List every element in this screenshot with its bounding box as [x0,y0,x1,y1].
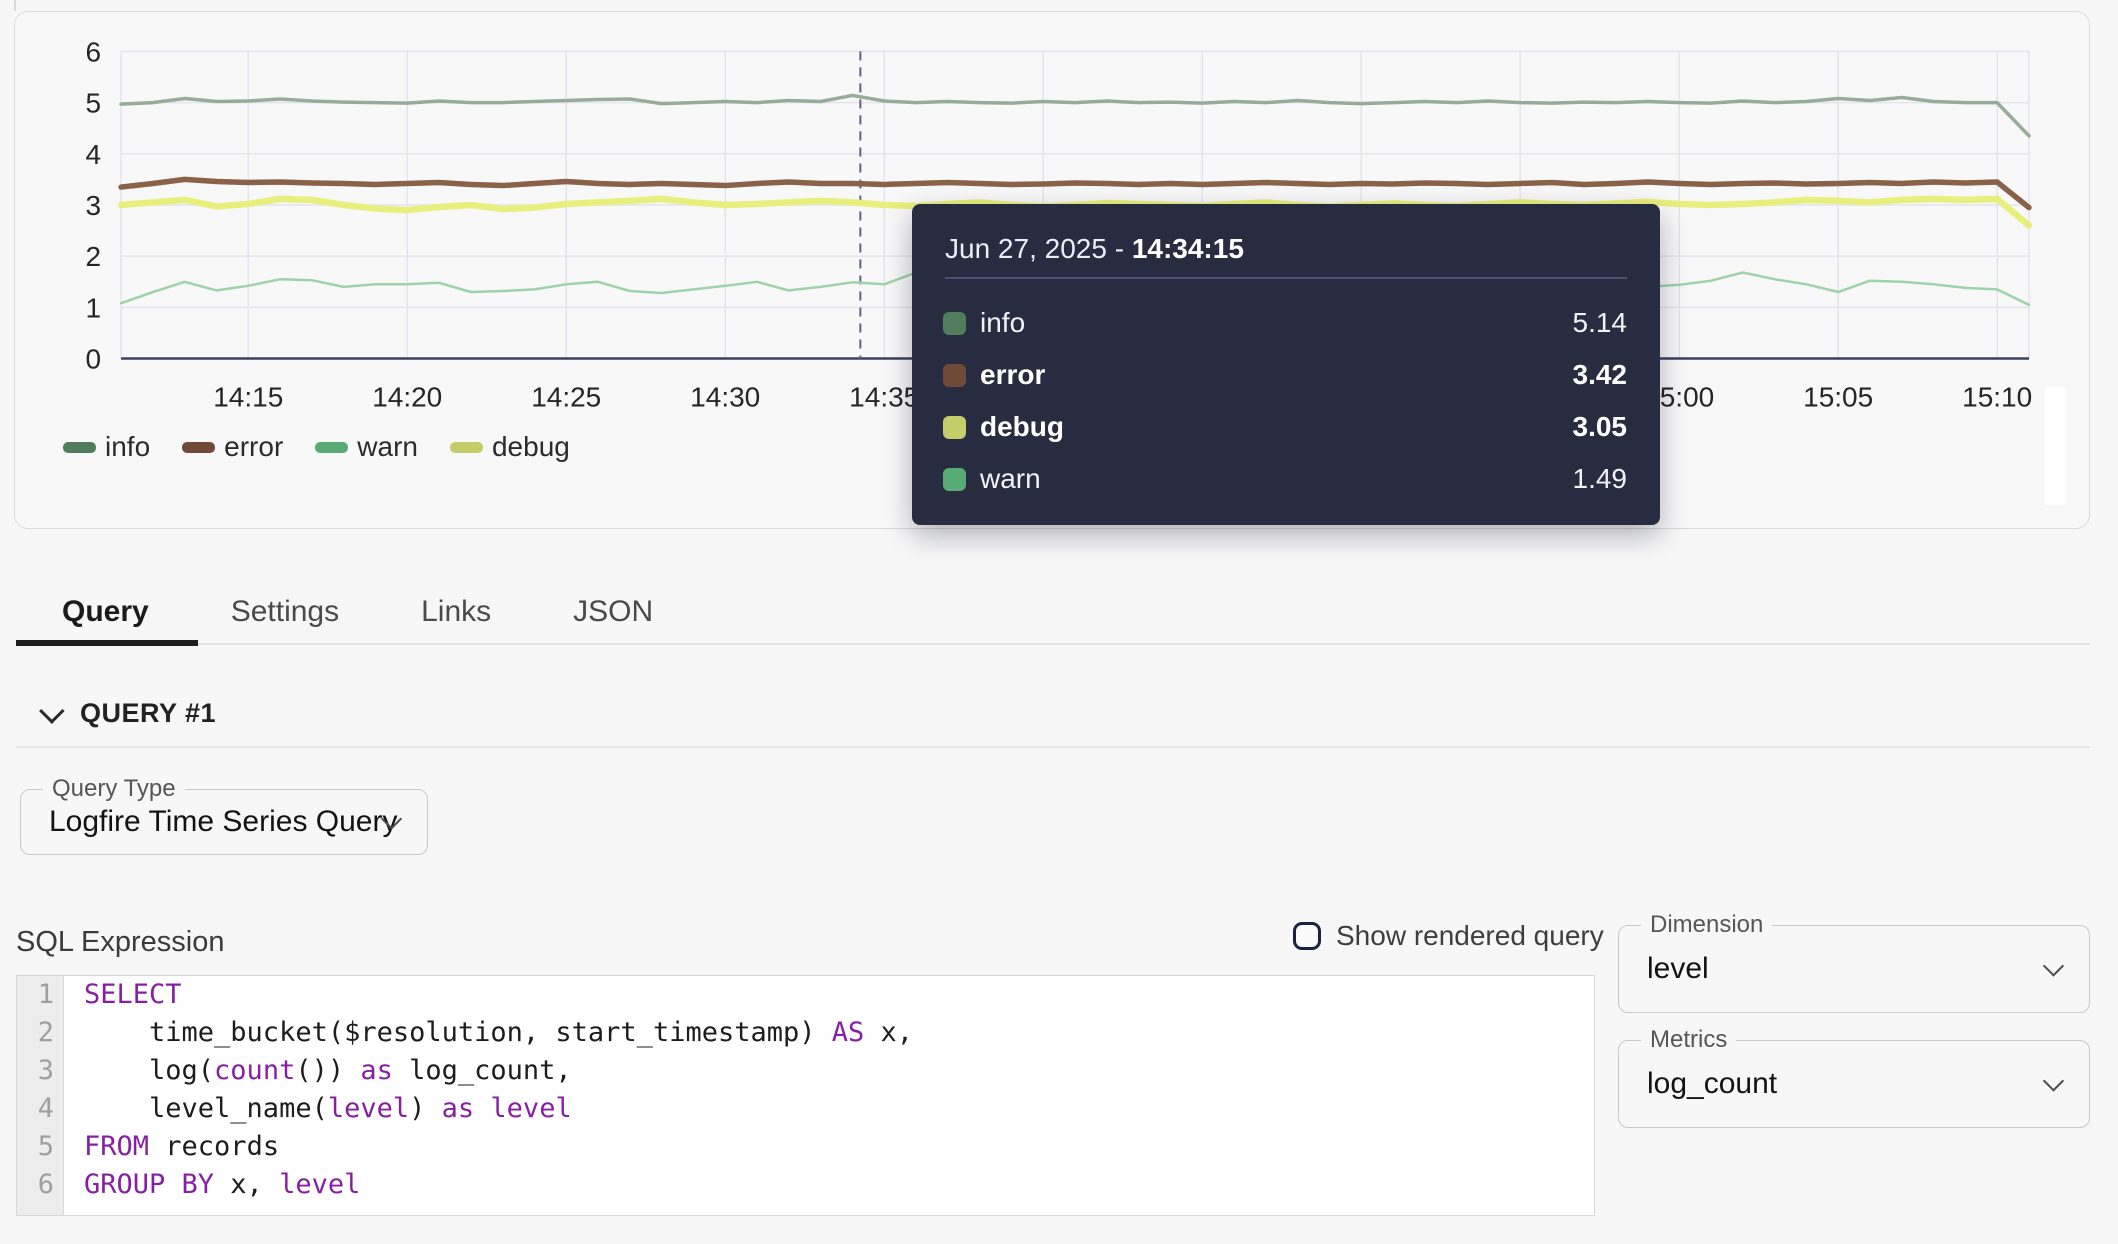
code-line: 1SELECT [17,976,1594,1014]
tooltip-row-debug: debug 3.05 [943,401,1627,453]
x-axis-tick-label: 15:10 [1962,382,2032,413]
code-line: 5FROM records [17,1128,1594,1166]
legend-item-warn[interactable]: warn [315,431,418,463]
query-type-value: Logfire Time Series Query [49,805,397,839]
tooltip-series-label: debug [980,411,1064,443]
checkbox-icon[interactable] [1293,922,1321,950]
line-number: 1 [17,976,63,1014]
code-text: level_name(level) as level [63,1090,572,1128]
tooltip-swatch-debug [943,416,966,439]
tooltip-series-label: warn [980,463,1041,495]
tab-settings[interactable]: Settings [231,594,339,630]
code-text: log(count()) as log_count, [63,1052,572,1090]
y-axis-tick-label: 1 [85,292,101,323]
code-line: 6GROUP BY x, level [17,1166,1594,1204]
legend-label: warn [357,431,418,463]
tooltip-swatch-warn [943,468,966,491]
query-section-title: QUERY #1 [80,698,216,729]
metrics-select[interactable]: Metrics log_count [1618,1040,2090,1128]
tooltip-series-label: error [980,359,1045,391]
legend-swatch-warn [315,442,348,453]
code-lines: 1SELECT2 time_bucket($resolution, start_… [17,976,1594,1204]
chevron-down-icon [2043,955,2064,976]
tab-bar: Query Settings Links JSON [62,594,653,630]
legend-swatch-info [63,442,96,453]
x-axis-tick-label: 14:20 [372,382,442,413]
legend-swatch-debug [450,442,483,453]
y-axis-tick-label: 3 [85,190,101,221]
query-type-label: Query Type [43,776,185,802]
x-axis-tick-label: 14:30 [690,382,760,413]
code-line: 3 log(count()) as log_count, [17,1052,1594,1090]
legend-label: error [224,431,283,463]
tooltip-row-warn: warn 1.49 [943,453,1627,505]
tab-links[interactable]: Links [421,594,491,630]
tooltip-time: 14:34:15 [1132,233,1244,264]
x-axis-tick-label: 14:35 [849,382,919,413]
chevron-down-icon[interactable] [39,698,64,723]
x-axis-tick-label: 14:25 [531,382,601,413]
legend-swatch-error [182,442,215,453]
x-axis-tick-label: 14:15 [213,382,283,413]
section-divider [16,746,2090,748]
dimension-select[interactable]: Dimension level [1618,925,2090,1013]
line-number: 6 [17,1166,63,1204]
code-text: GROUP BY x, level [63,1166,360,1204]
query-section-header[interactable]: QUERY #1 [40,698,216,729]
tab-bar-divider [16,643,2090,645]
y-axis-tick-label: 2 [85,241,101,272]
code-text: FROM records [63,1128,279,1166]
line-number: 4 [17,1090,63,1128]
tooltip-row-error: error 3.42 [943,349,1627,401]
tooltip-series-value: 3.05 [1573,411,1628,443]
tooltip-rows: info 5.14 error 3.42 debug 3.05 warn 1.49 [912,279,1660,505]
chart-legend: info error warn debug [63,431,570,463]
tooltip-series-value: 1.49 [1573,463,1628,495]
tooltip-date: Jun 27, 2025 - [945,233,1132,264]
tooltip-swatch-info [943,312,966,335]
y-axis-tick-label: 5 [85,88,101,119]
card-border-fragment [14,0,16,11]
legend-item-info[interactable]: info [63,431,150,463]
y-axis-tick-label: 0 [85,344,101,375]
active-tab-underline [16,640,198,646]
code-text: SELECT [63,976,182,1014]
code-text: time_bucket($resolution, start_timestamp… [63,1014,913,1052]
tooltip-row-info: info 5.14 [943,297,1627,349]
show-rendered-query-label[interactable]: Show rendered query [1336,920,1604,952]
legend-item-debug[interactable]: debug [450,431,570,463]
tooltip-swatch-error [943,364,966,387]
tab-json[interactable]: JSON [573,594,653,630]
scrollbar-thumb[interactable] [2045,387,2066,505]
y-axis-tick-label: 6 [85,36,101,67]
metrics-label: Metrics [1641,1027,1736,1053]
dimension-label: Dimension [1641,912,1772,938]
metrics-value: log_count [1647,1067,1777,1101]
code-line: 2 time_bucket($resolution, start_timesta… [17,1014,1594,1052]
y-axis-tick-label: 4 [85,139,101,170]
legend-item-error[interactable]: error [182,431,283,463]
line-number: 3 [17,1052,63,1090]
code-line: 4 level_name(level) as level [17,1090,1594,1128]
chart-tooltip: Jun 27, 2025 - 14:34:15 info 5.14 error 3.4… [912,204,1660,525]
dimension-value: level [1647,952,1709,986]
query-type-select[interactable]: Query Type Logfire Time Series Query [20,789,428,855]
query-editor-page: { "theme": { "page_bg": "#f7f7f8", "grid… [0,0,2118,1244]
sql-code-editor[interactable]: 1SELECT2 time_bucket($resolution, start_… [16,975,1595,1216]
legend-label: debug [492,431,570,463]
tooltip-series-value: 3.42 [1573,359,1628,391]
line-number: 2 [17,1014,63,1052]
line-number: 5 [17,1128,63,1166]
chevron-down-icon [2043,1070,2064,1091]
legend-label: info [105,431,150,463]
tooltip-series-label: info [980,307,1025,339]
tab-query[interactable]: Query [62,594,149,630]
x-axis-tick-label: 15:05 [1803,382,1873,413]
sql-expression-label: SQL Expression [16,926,224,959]
show-rendered-query-toggle[interactable]: Show rendered query [1293,920,1604,952]
tooltip-series-value: 5.14 [1573,307,1628,339]
tooltip-timestamp: Jun 27, 2025 - 14:34:15 [912,204,1660,266]
